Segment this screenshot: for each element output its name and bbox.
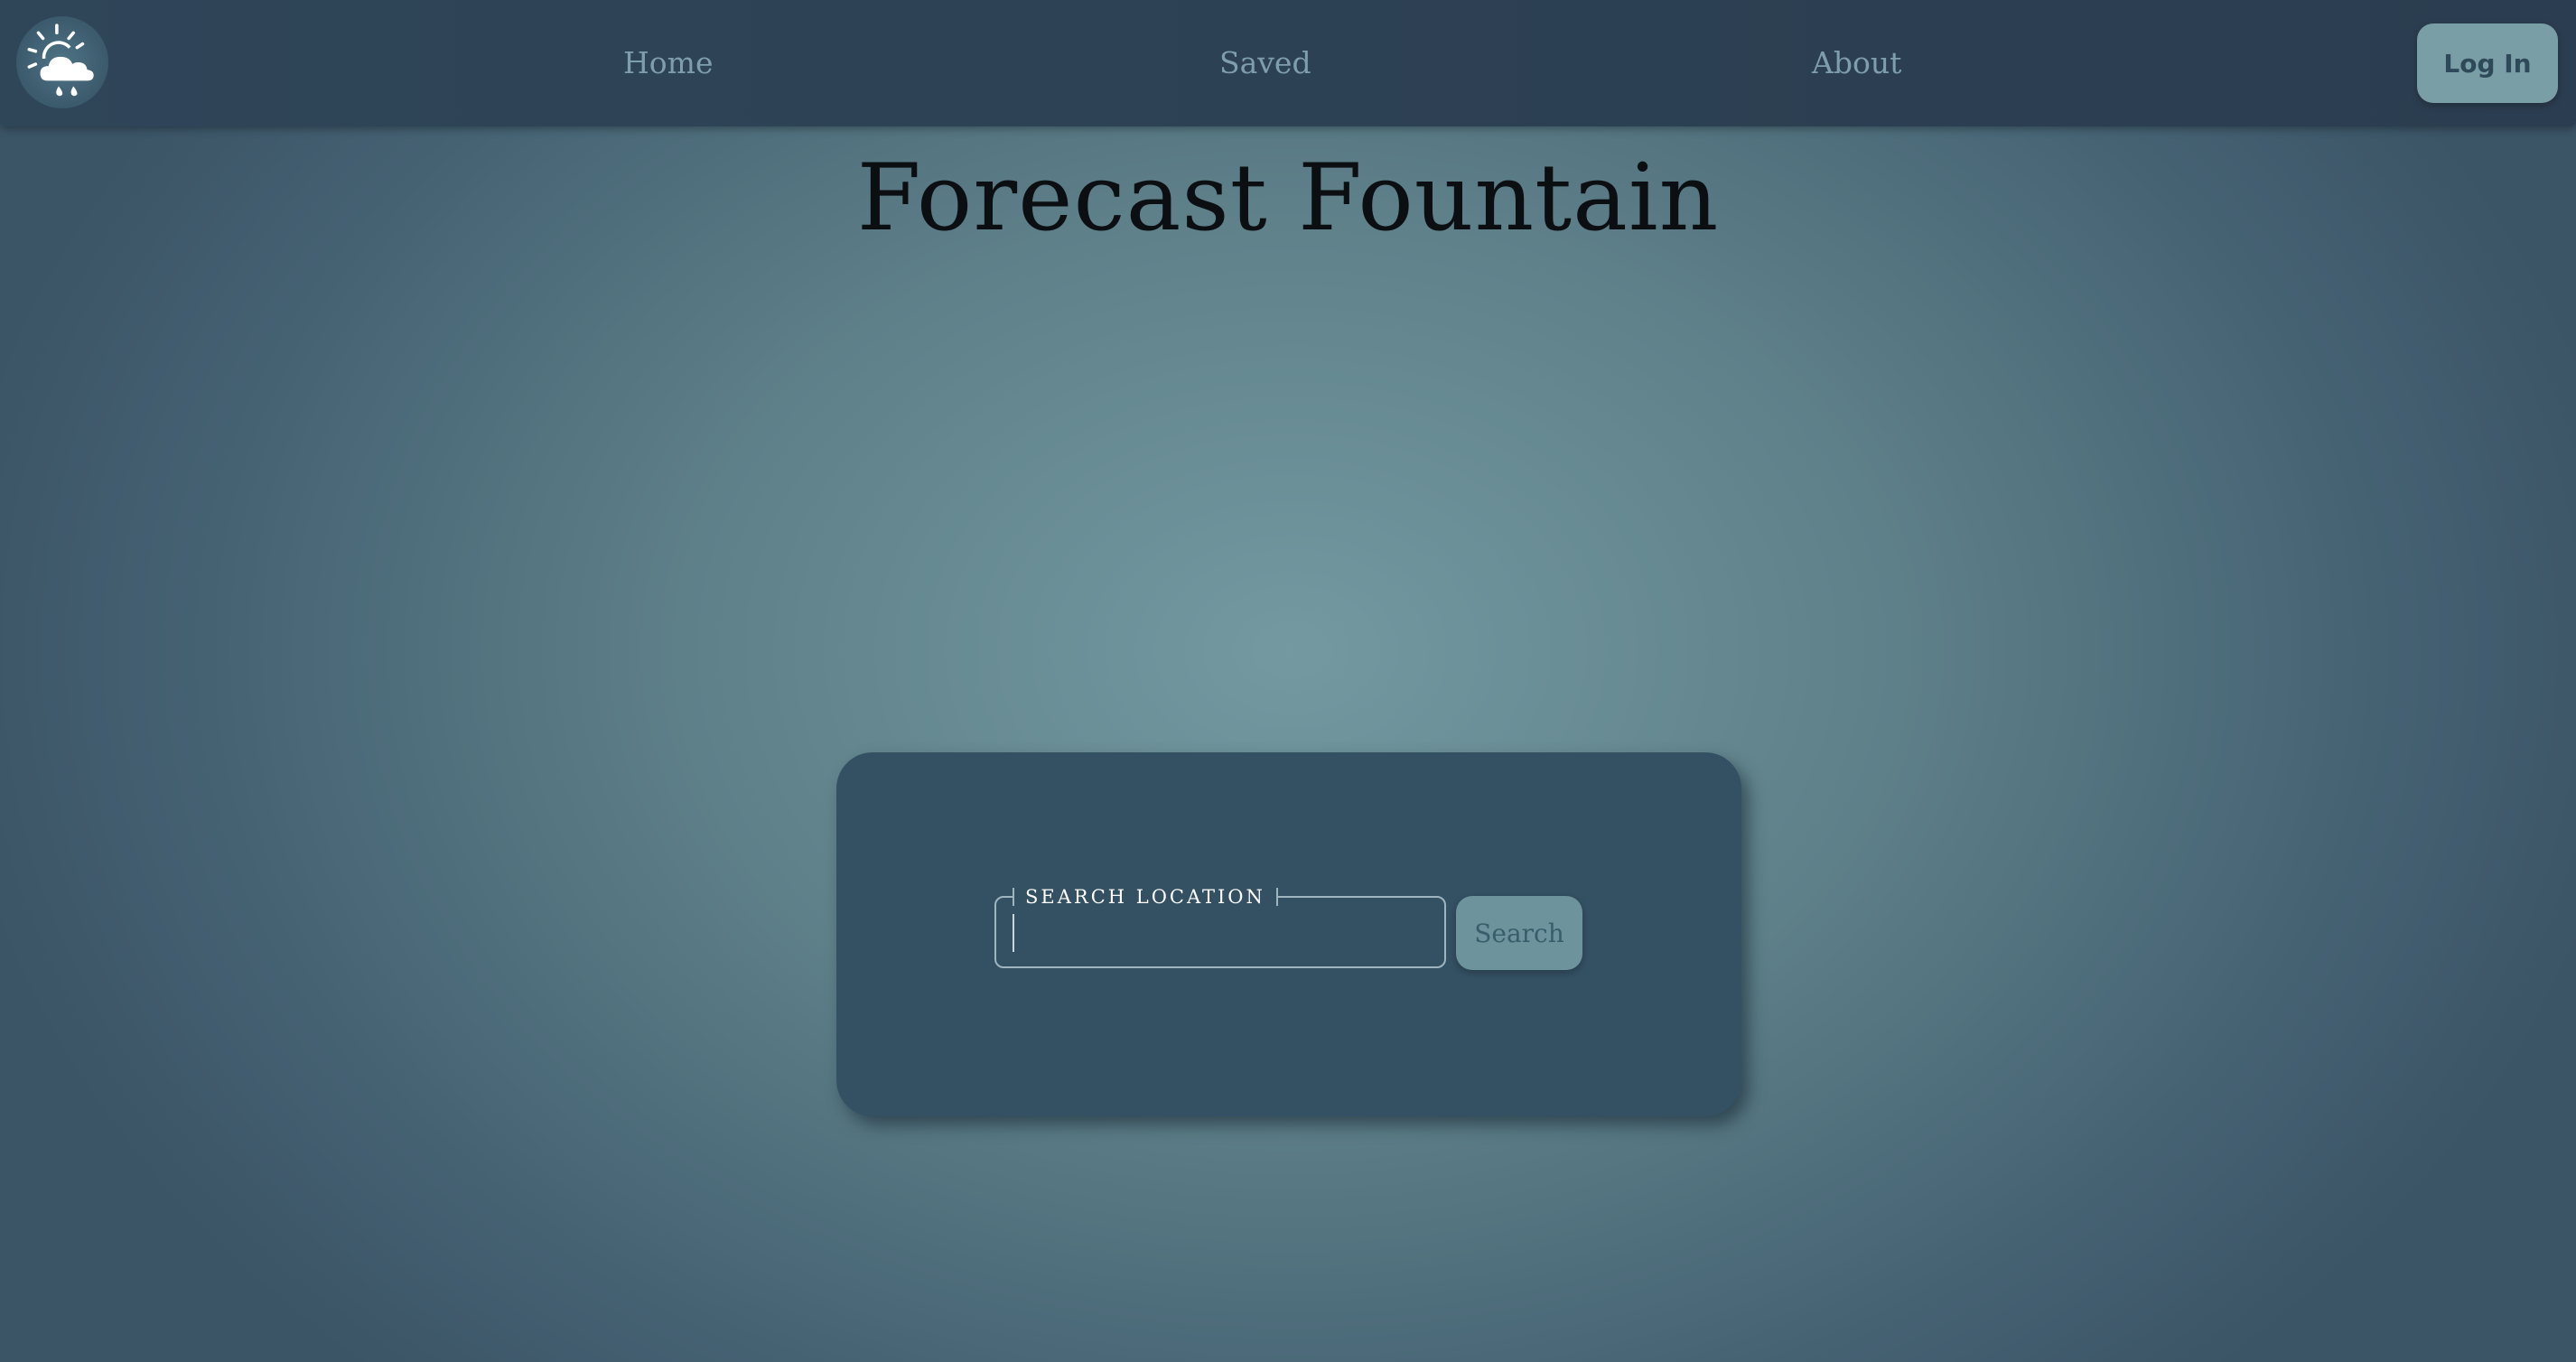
weather-logo-icon[interactable]: [16, 16, 108, 108]
page-title: Forecast Fountain: [856, 145, 1720, 252]
top-navbar: Home Saved About Log In: [0, 0, 2576, 126]
search-card: SEARCH LOCATION Search: [836, 752, 1741, 1116]
search-location-label: SEARCH LOCATION: [1013, 888, 1278, 907]
sun-cloud-rain-icon: [27, 23, 94, 97]
nav-link-home[interactable]: Home: [623, 42, 713, 85]
search-input[interactable]: [1013, 914, 1437, 952]
login-button[interactable]: Log In: [2417, 23, 2558, 103]
nav-link-saved[interactable]: Saved: [1219, 42, 1311, 85]
nav-link-about[interactable]: About: [1812, 42, 1901, 85]
search-location-field: SEARCH LOCATION: [994, 888, 1446, 968]
search-button[interactable]: Search: [1456, 896, 1582, 970]
